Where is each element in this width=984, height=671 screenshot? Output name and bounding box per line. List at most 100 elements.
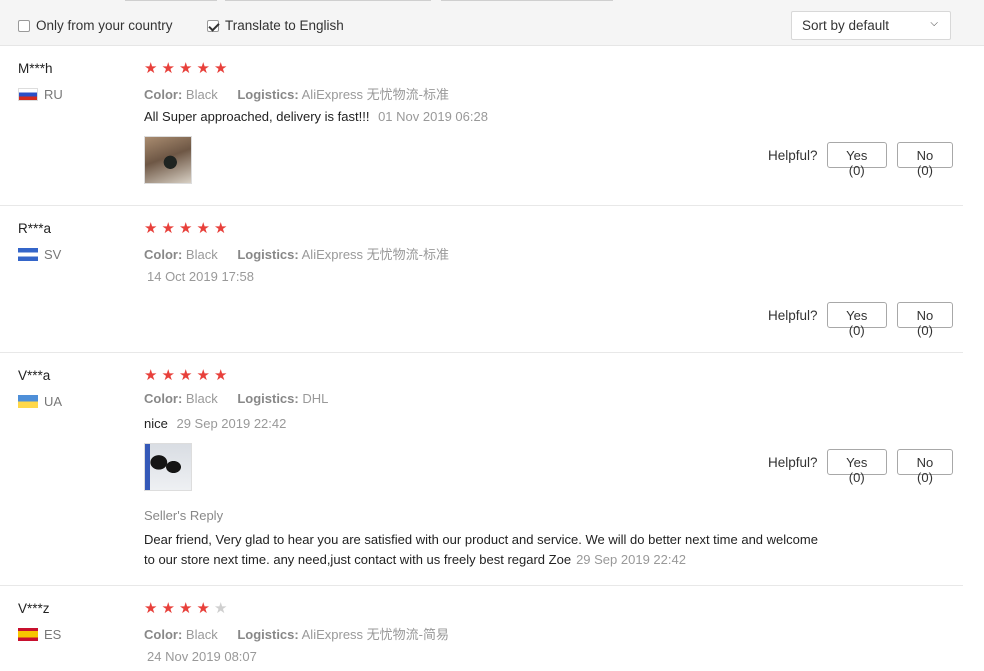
seller-reply-text: Dear friend, Very glad to hear you are s… [144, 532, 818, 567]
star-icon: ★ [144, 60, 158, 77]
review-photo[interactable] [144, 136, 192, 184]
color-value: Black [185, 87, 218, 102]
star-icon: ★ [144, 600, 158, 617]
color-key: Color: [144, 627, 183, 642]
reviewer-name: V***a [18, 368, 51, 383]
star-icon: ★ [196, 220, 210, 237]
star-empty-icon: ★ [214, 600, 228, 617]
reviewer-name: M***h [18, 61, 53, 76]
helpful-no-button[interactable]: No (0) [896, 302, 953, 338]
review-content: nice [144, 416, 168, 431]
reviewer-country: RU [18, 87, 63, 102]
sort-select-value: Sort by default [802, 18, 890, 33]
seller-reply-date: 29 Sep 2019 22:42 [576, 552, 686, 567]
logistics-value: AliExpress 无忧物流-简易 [301, 627, 449, 642]
star-rating: ★ ★ ★ ★ ★ [144, 220, 232, 237]
color-value: Black [185, 247, 218, 262]
star-icon: ★ [144, 367, 158, 384]
star-icon: ★ [196, 367, 210, 384]
review-content: All Super approached, delivery is fast!!… [144, 109, 370, 124]
logistics-key: Logistics: [237, 247, 299, 262]
review-date: 01 Nov 2019 06:28 [378, 109, 488, 124]
color-key: Color: [144, 391, 183, 406]
color-value: Black [185, 627, 218, 642]
filter-bar: Only from your country Translate to Engl… [0, 0, 984, 46]
translate-label: Translate to English [225, 18, 344, 33]
star-icon: ★ [214, 367, 228, 384]
color-value: Black [185, 391, 218, 406]
review-text: All Super approached, delivery is fast!!… [144, 109, 488, 124]
helpful-no-button[interactable]: No (0) [896, 449, 953, 485]
review-date: 24 Nov 2019 08:07 [147, 649, 257, 664]
star-icon: ★ [144, 220, 158, 237]
star-icon: ★ [196, 60, 210, 77]
helpful-label: Helpful? [768, 147, 818, 163]
star-rating: ★ ★ ★ ★ ★ [144, 600, 232, 617]
review-date: 14 Oct 2019 17:58 [147, 269, 254, 284]
star-icon: ★ [161, 220, 175, 237]
seller-reply: Dear friend, Very glad to hear you are s… [144, 530, 824, 570]
review-item: V***a UA ★ ★ ★ ★ ★ Color: Black Logistics: D… [0, 353, 963, 586]
helpful-no-button[interactable]: No (0) [896, 142, 953, 178]
helpful-yes-button[interactable]: Yes (0) [826, 449, 887, 485]
star-icon: ★ [179, 367, 193, 384]
helpful-yes-button[interactable]: Yes (0) [826, 142, 887, 178]
star-icon: ★ [214, 220, 228, 237]
star-icon: ★ [161, 60, 175, 77]
helpful-vote: Helpful? Yes (0) No (0) [768, 142, 963, 178]
color-key: Color: [144, 247, 183, 262]
star-icon: ★ [179, 60, 193, 77]
logistics-key: Logistics: [237, 391, 299, 406]
chevron-down-icon: ⌵ [930, 18, 938, 29]
translate-filter[interactable]: Translate to English [207, 18, 344, 33]
helpful-vote: Helpful? Yes (0) No (0) [768, 449, 963, 485]
flag-es-icon [18, 628, 38, 641]
order-info: Color: Black Logistics: AliExpress 无忧物流-… [144, 624, 449, 643]
logistics-value: AliExpress 无忧物流-标准 [301, 247, 449, 262]
star-icon: ★ [179, 600, 193, 617]
review-text: nice 29 Sep 2019 22:42 [144, 416, 286, 431]
helpful-yes-button[interactable]: Yes (0) [826, 302, 887, 338]
helpful-label: Helpful? [768, 454, 818, 470]
seller-reply-title: Seller's Reply [144, 508, 224, 523]
reviewer-country: UA [18, 394, 62, 409]
translate-checkbox[interactable] [207, 19, 219, 32]
only-country-checkbox[interactable] [18, 19, 30, 32]
flag-ua-icon [18, 395, 38, 408]
country-code: SV [44, 247, 62, 262]
star-icon: ★ [179, 220, 193, 237]
review-item: R***a SV ★ ★ ★ ★ ★ Color: Black Logistics: A… [0, 206, 963, 353]
photo-edge [145, 444, 150, 490]
star-icon: ★ [196, 600, 210, 617]
star-icon: ★ [161, 367, 175, 384]
review-item: M***h RU ★ ★ ★ ★ ★ Color: Black Logistics: A… [0, 46, 963, 206]
sort-select[interactable]: Sort by default ⌵ [791, 11, 951, 40]
logistics-key: Logistics: [237, 87, 299, 102]
logistics-value: AliExpress 无忧物流-标准 [301, 87, 449, 102]
review-item: V***z ES ★ ★ ★ ★ ★ Color: Black Logistics: A… [0, 586, 963, 671]
tab-edge [225, 0, 431, 1]
color-key: Color: [144, 87, 183, 102]
country-code: RU [44, 87, 63, 102]
reviewer-country: SV [18, 247, 61, 262]
order-info: Color: Black Logistics: AliExpress 无忧物流-… [144, 84, 449, 103]
star-rating: ★ ★ ★ ★ ★ [144, 60, 232, 77]
star-icon: ★ [161, 600, 175, 617]
only-country-filter[interactable]: Only from your country [18, 18, 173, 33]
reviewer-name: V***z [18, 601, 50, 616]
star-icon: ★ [214, 60, 228, 77]
star-rating: ★ ★ ★ ★ ★ [144, 367, 232, 384]
only-country-label: Only from your country [36, 18, 173, 33]
logistics-key: Logistics: [237, 627, 299, 642]
review-photo[interactable] [144, 443, 192, 491]
country-code: ES [44, 627, 62, 642]
order-info: Color: Black Logistics: DHL [144, 391, 328, 406]
helpful-label: Helpful? [768, 307, 818, 323]
flag-ru-icon [18, 88, 38, 101]
country-code: UA [44, 394, 63, 409]
flag-sv-icon [18, 248, 38, 261]
reviewer-country: ES [18, 627, 61, 642]
order-info: Color: Black Logistics: AliExpress 无忧物流-… [144, 244, 449, 263]
tab-edge [441, 0, 613, 1]
tab-edge [125, 0, 217, 1]
